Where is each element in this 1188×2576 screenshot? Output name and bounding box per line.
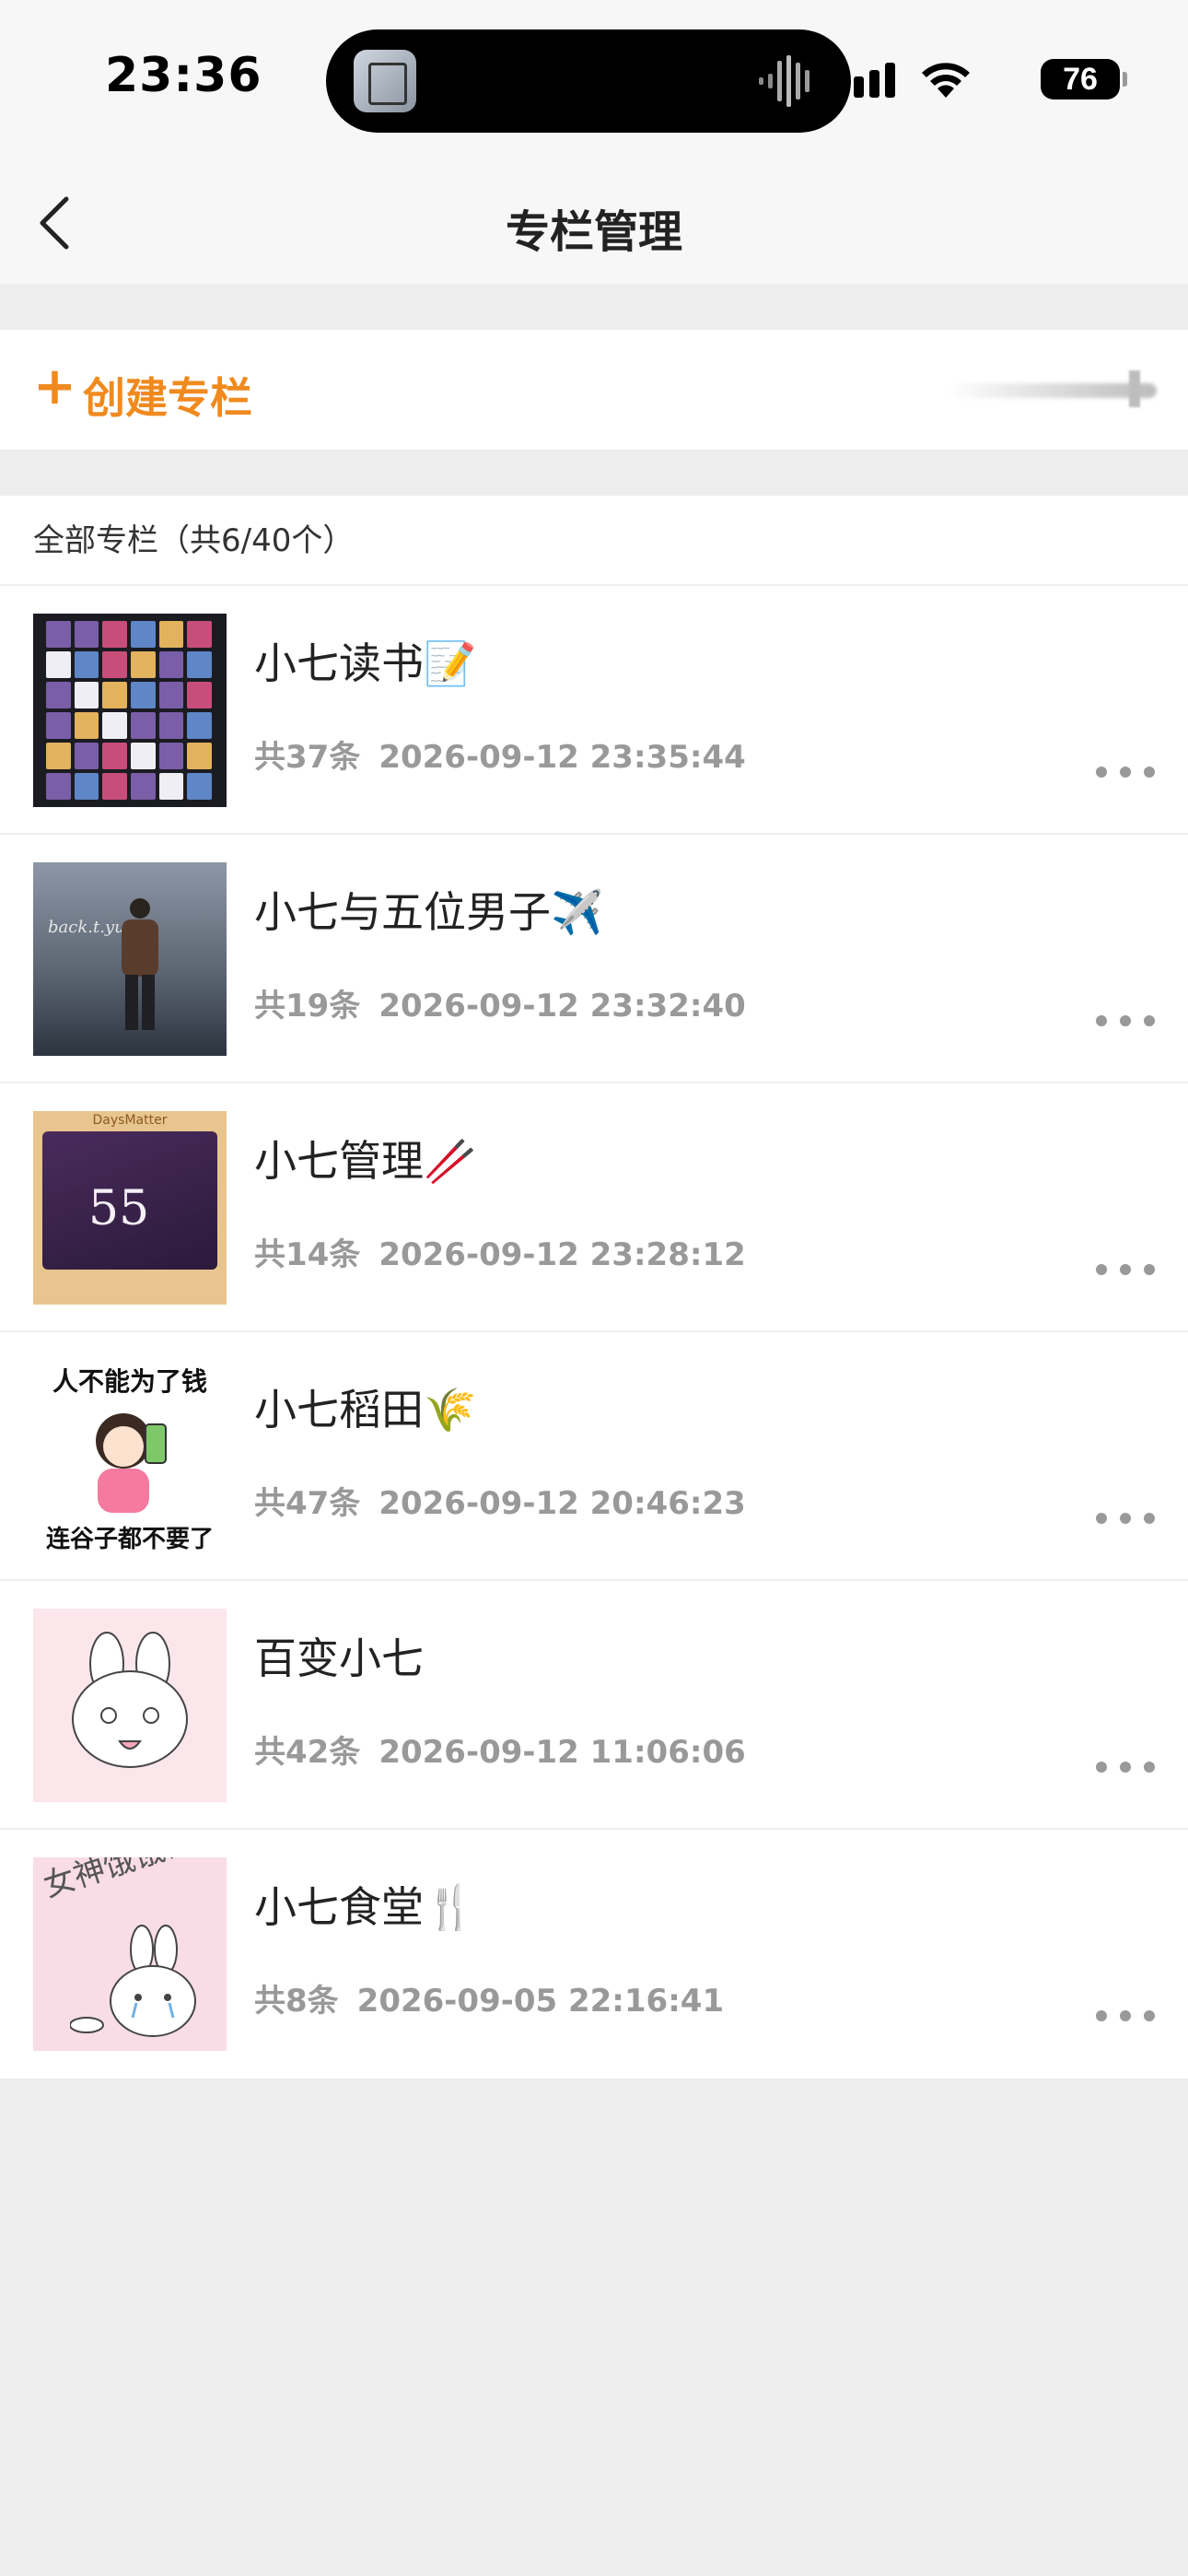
battery-icon: 76 (1041, 59, 1127, 100)
column-list: 全部专栏（共6/40个） 小七读书📝 共37条 2026-09-12 23:35:… (0, 496, 1188, 2078)
bunny-illustration (72, 1632, 188, 1768)
column-thumbnail (33, 1609, 227, 1802)
more-icon[interactable] (1096, 1507, 1155, 1529)
girl-illustration (96, 1413, 167, 1513)
wifi-icon (922, 63, 970, 98)
dynamic-island[interactable] (326, 29, 851, 133)
column-meta: 共47条 2026-09-12 20:46:23 (254, 1478, 746, 1523)
thumbnail-header-text: DaysMatter (92, 1113, 168, 1128)
column-thumbnail: DaysMatter 55 (33, 1111, 227, 1305)
audio-waveform-icon (759, 55, 809, 107)
column-count: 共47条 (254, 1485, 361, 1522)
column-count: 共14条 (254, 1236, 361, 1273)
column-thumbnail (33, 614, 227, 807)
column-date: 2026-09-05 22:16:41 (356, 1983, 725, 2020)
column-meta: 共8条 2026-09-05 22:16:41 (254, 1975, 724, 2020)
signal-icon (838, 63, 895, 98)
column-item[interactable]: 人不能为了钱 连谷子都不要了 小七稻田🌾 共47条 2026-09-12 20:4… (0, 1332, 1188, 1581)
countdown-number: 55 (88, 1181, 150, 1236)
column-item[interactable]: 女神饿饿饭饭 小七食堂🍴 共8条 2026-09-05 22:16:41 (0, 1830, 1188, 2078)
column-thumbnail: back.t.yun (33, 862, 227, 1056)
meme-top-text: 人不能为了钱 (52, 1366, 207, 1397)
column-item[interactable]: DaysMatter 55 小七管理🥢 共14条 2026-09-12 23:28… (0, 1083, 1188, 1332)
column-count: 共37条 (254, 739, 361, 776)
list-header: 全部专栏（共6/40个） (0, 496, 1188, 586)
page-title: 专栏管理 (505, 206, 682, 258)
column-count: 共19条 (254, 988, 361, 1025)
column-date: 2026-09-12 23:32:40 (379, 988, 746, 1025)
status-bar: 23:36 76 (0, 0, 1188, 162)
more-icon[interactable] (1096, 2005, 1155, 2027)
column-meta: 共37条 2026-09-12 23:35:44 (254, 732, 746, 777)
now-playing-artwork (354, 50, 416, 112)
status-icons: 76 (838, 55, 1133, 101)
nav-bar: 专栏管理 (0, 162, 1188, 284)
more-icon[interactable] (1096, 1010, 1155, 1032)
thumbnail-handwriting: 女神饿饿饭饭 (39, 1857, 227, 1905)
column-meta: 共14条 2026-09-12 23:28:12 (254, 1229, 746, 1274)
column-date: 2026-09-12 20:46:23 (379, 1485, 746, 1522)
person-silhouette (122, 898, 158, 1030)
column-meta: 共42条 2026-09-12 11:06:06 (254, 1727, 746, 1772)
blurred-decoration-knob (1129, 370, 1140, 407)
column-date: 2026-09-12 11:06:06 (379, 1734, 746, 1771)
meme-bottom-text: 连谷子都不要了 (45, 1526, 214, 1553)
plus-icon: + (33, 357, 76, 416)
create-column-label: 创建专栏 (83, 373, 252, 423)
crying-bunny-illustration (70, 1925, 196, 2037)
column-count: 共42条 (254, 1734, 361, 1771)
column-date: 2026-09-12 23:35:44 (379, 739, 746, 776)
column-item[interactable]: 百变小七 共42条 2026-09-12 11:06:06 (0, 1581, 1188, 1830)
create-column-button[interactable]: + 创建专栏 (0, 330, 1188, 450)
column-title: 小七与五位男子✈️ (254, 887, 604, 937)
column-title: 小七食堂🍴 (254, 1882, 477, 1932)
column-meta: 共19条 2026-09-12 23:32:40 (254, 980, 746, 1025)
column-title: 小七稻田🌾 (254, 1385, 477, 1434)
more-icon[interactable] (1096, 761, 1155, 783)
column-count: 共8条 (254, 1983, 339, 2020)
column-date: 2026-09-12 23:28:12 (379, 1236, 746, 1273)
more-icon[interactable] (1096, 1756, 1155, 1778)
column-title: 百变小七 (254, 1633, 424, 1683)
column-item[interactable]: back.t.yun 小七与五位男子✈️ 共19条 2026-09-12 23:3… (0, 835, 1188, 1083)
column-thumbnail: 女神饿饿饭饭 (33, 1857, 227, 2051)
column-item[interactable]: 小七读书📝 共37条 2026-09-12 23:35:44 (0, 586, 1188, 835)
column-title: 小七管理🥢 (254, 1136, 477, 1186)
status-time: 23:36 (105, 48, 262, 103)
blurred-decoration (949, 383, 1157, 398)
column-thumbnail: 人不能为了钱 连谷子都不要了 (33, 1360, 227, 1553)
more-icon[interactable] (1096, 1259, 1155, 1281)
column-title: 小七读书📝 (254, 638, 477, 688)
